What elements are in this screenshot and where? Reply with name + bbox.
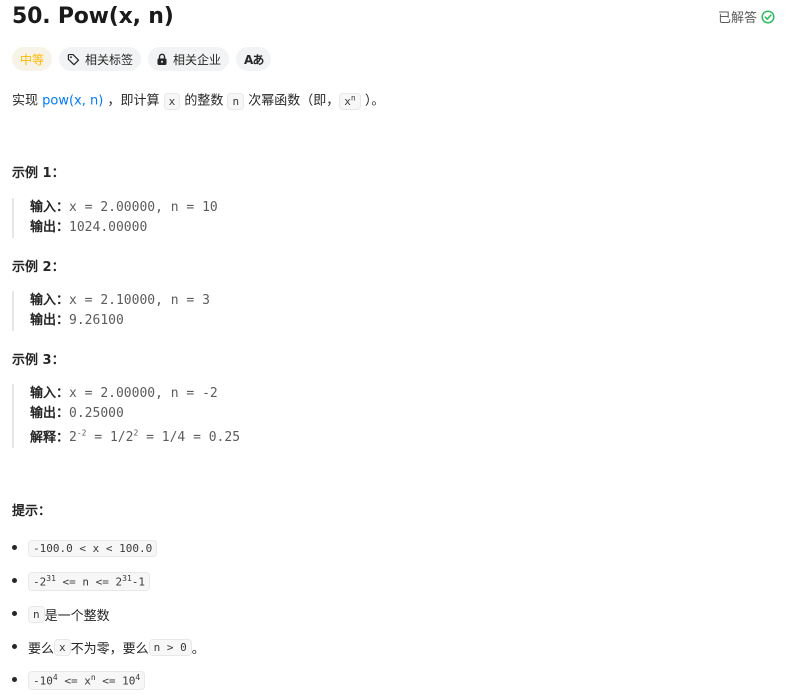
input-label: 输入：: [30, 293, 70, 308]
example-output: 1024.00000: [69, 220, 148, 235]
tag-icon: [67, 53, 80, 66]
inline-code-n: n: [227, 92, 245, 110]
example-3-block: 输入：x = 2.00000, n = -2 输出：0.25000 解释：2-2…: [12, 384, 241, 449]
related-topics-button[interactable]: 相关标签: [59, 47, 142, 71]
tag-bar: 中等 相关标签 相关企业 Aあ: [12, 47, 272, 71]
inline-code-x-power-n: xn: [339, 92, 361, 110]
difficulty-badge[interactable]: 中等: [12, 47, 53, 71]
related-companies-button[interactable]: 相关企业: [148, 47, 230, 71]
constraint-code: n > 0: [148, 639, 192, 656]
explanation-label: 解释：: [30, 430, 70, 446]
desc-text: 次幂函数（即，: [244, 93, 340, 109]
problem-description: 实现 pow(x, n) ，即计算 x 的整数 n 次幂函数（即， xn ）。: [12, 88, 384, 112]
example-1-heading: 示例 1：: [12, 166, 65, 181]
output-label: 输出：: [30, 220, 70, 235]
example-output: 9.26100: [69, 313, 124, 328]
inline-code-x: x: [163, 92, 181, 110]
constraint-text: 不为零，要么: [70, 642, 149, 657]
desc-text: 实现: [12, 93, 43, 109]
constraints-list: -100.0 < x < 100.0 -231 <= n <= 231-1 n …: [12, 532, 205, 697]
example-3-heading: 示例 3：: [12, 353, 65, 368]
lock-icon: [156, 53, 168, 66]
output-label: 输出：: [30, 313, 70, 328]
related-companies-label: 相关企业: [173, 52, 222, 67]
constraint-code: -104 <= xn <= 104: [28, 671, 146, 690]
output-label: 输出：: [30, 406, 70, 421]
desc-text: ，即计算: [103, 93, 164, 109]
solved-status[interactable]: 已解答: [718, 7, 775, 26]
constraint-code: -100.0 < x < 100.0: [28, 540, 158, 557]
translate-button[interactable]: Aあ: [236, 47, 272, 71]
constraint-code: -231 <= n <= 231-1: [28, 572, 151, 591]
example-input: x = 2.10000, n = 3: [69, 293, 210, 308]
constraint-text: 是一个整数: [44, 609, 110, 624]
translate-icon: Aあ: [244, 52, 264, 67]
constraint-text: 要么: [28, 642, 55, 657]
input-label: 输入：: [30, 386, 70, 401]
problem-title: 50. Pow(x, n): [12, 4, 174, 29]
example-explanation: 2-2 = 1/22 = 1/4 = 0.25: [69, 429, 241, 446]
constraint-item: 要么 x 不为零，要么 n > 0 。: [12, 631, 205, 664]
constraints-heading: 提示：: [12, 504, 52, 519]
constraint-item: -104 <= xn <= 104: [12, 664, 205, 697]
example-1-block: 输入：x = 2.00000, n = 10 输出：1024.00000: [12, 198, 218, 238]
check-circle-icon: [761, 9, 775, 24]
solved-label: 已解答: [717, 11, 757, 26]
constraint-code: n: [28, 606, 45, 623]
example-output: 0.25000: [69, 406, 124, 421]
related-topics-label: 相关标签: [85, 52, 134, 67]
input-label: 输入：: [30, 200, 70, 215]
constraint-item: n 是一个整数: [12, 598, 205, 631]
constraint-text: 。: [191, 642, 205, 657]
constraint-item: -100.0 < x < 100.0: [12, 532, 205, 565]
desc-text: ）。: [360, 93, 385, 109]
example-2-heading: 示例 2：: [12, 260, 65, 275]
example-input: x = 2.00000, n = 10: [69, 200, 218, 215]
example-input: x = 2.00000, n = -2: [69, 386, 218, 401]
constraint-code: x: [54, 639, 71, 656]
constraint-item: -231 <= n <= 231-1: [12, 565, 205, 598]
function-name: pow(x, n): [42, 93, 104, 109]
desc-text: 的整数: [180, 93, 228, 109]
example-2-block: 输入：x = 2.10000, n = 3 输出：9.26100: [12, 291, 210, 331]
